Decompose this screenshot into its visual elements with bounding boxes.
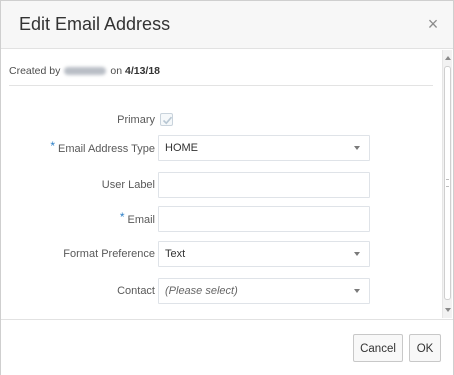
primary-row: Primary (1, 107, 441, 133)
grip-icon (446, 179, 449, 187)
email-label-text: Email (127, 214, 155, 226)
contact-placeholder: (Please select) (165, 285, 238, 297)
dialog-header: Edit Email Address × (1, 1, 453, 49)
dialog-title: Edit Email Address (19, 14, 171, 34)
primary-label: Primary (117, 114, 155, 126)
chevron-down-icon (354, 289, 360, 293)
required-marker: * (119, 210, 125, 224)
format-preference-row: Format Preference Text (1, 241, 441, 267)
created-date: 4/13/18 (124, 65, 161, 77)
scroll-up-arrow-icon[interactable] (445, 56, 451, 60)
primary-checkbox[interactable] (160, 113, 173, 126)
dialog-footer: Cancel OK (1, 319, 453, 375)
cancel-button[interactable]: Cancel (353, 334, 403, 362)
email-label: * Email (120, 206, 155, 232)
format-preference-label: Format Preference (63, 248, 155, 260)
chevron-down-icon (354, 252, 360, 256)
email-input[interactable] (158, 206, 370, 232)
email-type-label: * Email Address Type (50, 135, 155, 161)
email-type-label-text: Email Address Type (57, 143, 155, 155)
format-preference-value: Text (165, 248, 186, 260)
email-type-row: * Email Address Type HOME (1, 135, 441, 161)
email-type-value: HOME (165, 142, 198, 154)
contact-row: Contact (Please select) (1, 278, 441, 304)
user-label-row: User Label (1, 172, 441, 198)
checkmark-icon (162, 116, 173, 125)
contact-label: Contact (117, 285, 155, 297)
close-icon[interactable]: × (425, 15, 441, 33)
contact-select[interactable]: (Please select) (158, 278, 370, 304)
created-on-text: on (110, 65, 123, 77)
user-label-input[interactable] (158, 172, 370, 198)
format-preference-select[interactable]: Text (158, 241, 370, 267)
ok-button[interactable]: OK (409, 334, 441, 362)
chevron-down-icon (354, 146, 360, 150)
scrollbar-thumb[interactable] (444, 66, 451, 300)
dialog-body: Created by on 4/13/18 Primary * Email Addr… (1, 50, 453, 318)
created-by-prefix: Created by (9, 65, 61, 77)
email-type-select[interactable]: HOME (158, 135, 370, 161)
vertical-scrollbar[interactable] (442, 50, 452, 318)
created-by-info: Created by on 4/13/18 (9, 56, 433, 86)
required-marker: * (50, 139, 55, 153)
redacted-username (64, 67, 107, 76)
email-row: * Email (1, 206, 441, 232)
scroll-down-arrow-icon[interactable] (445, 308, 451, 312)
user-label-label: User Label (101, 179, 155, 191)
edit-email-dialog: Edit Email Address × Created by on 4/13/1… (0, 0, 454, 375)
